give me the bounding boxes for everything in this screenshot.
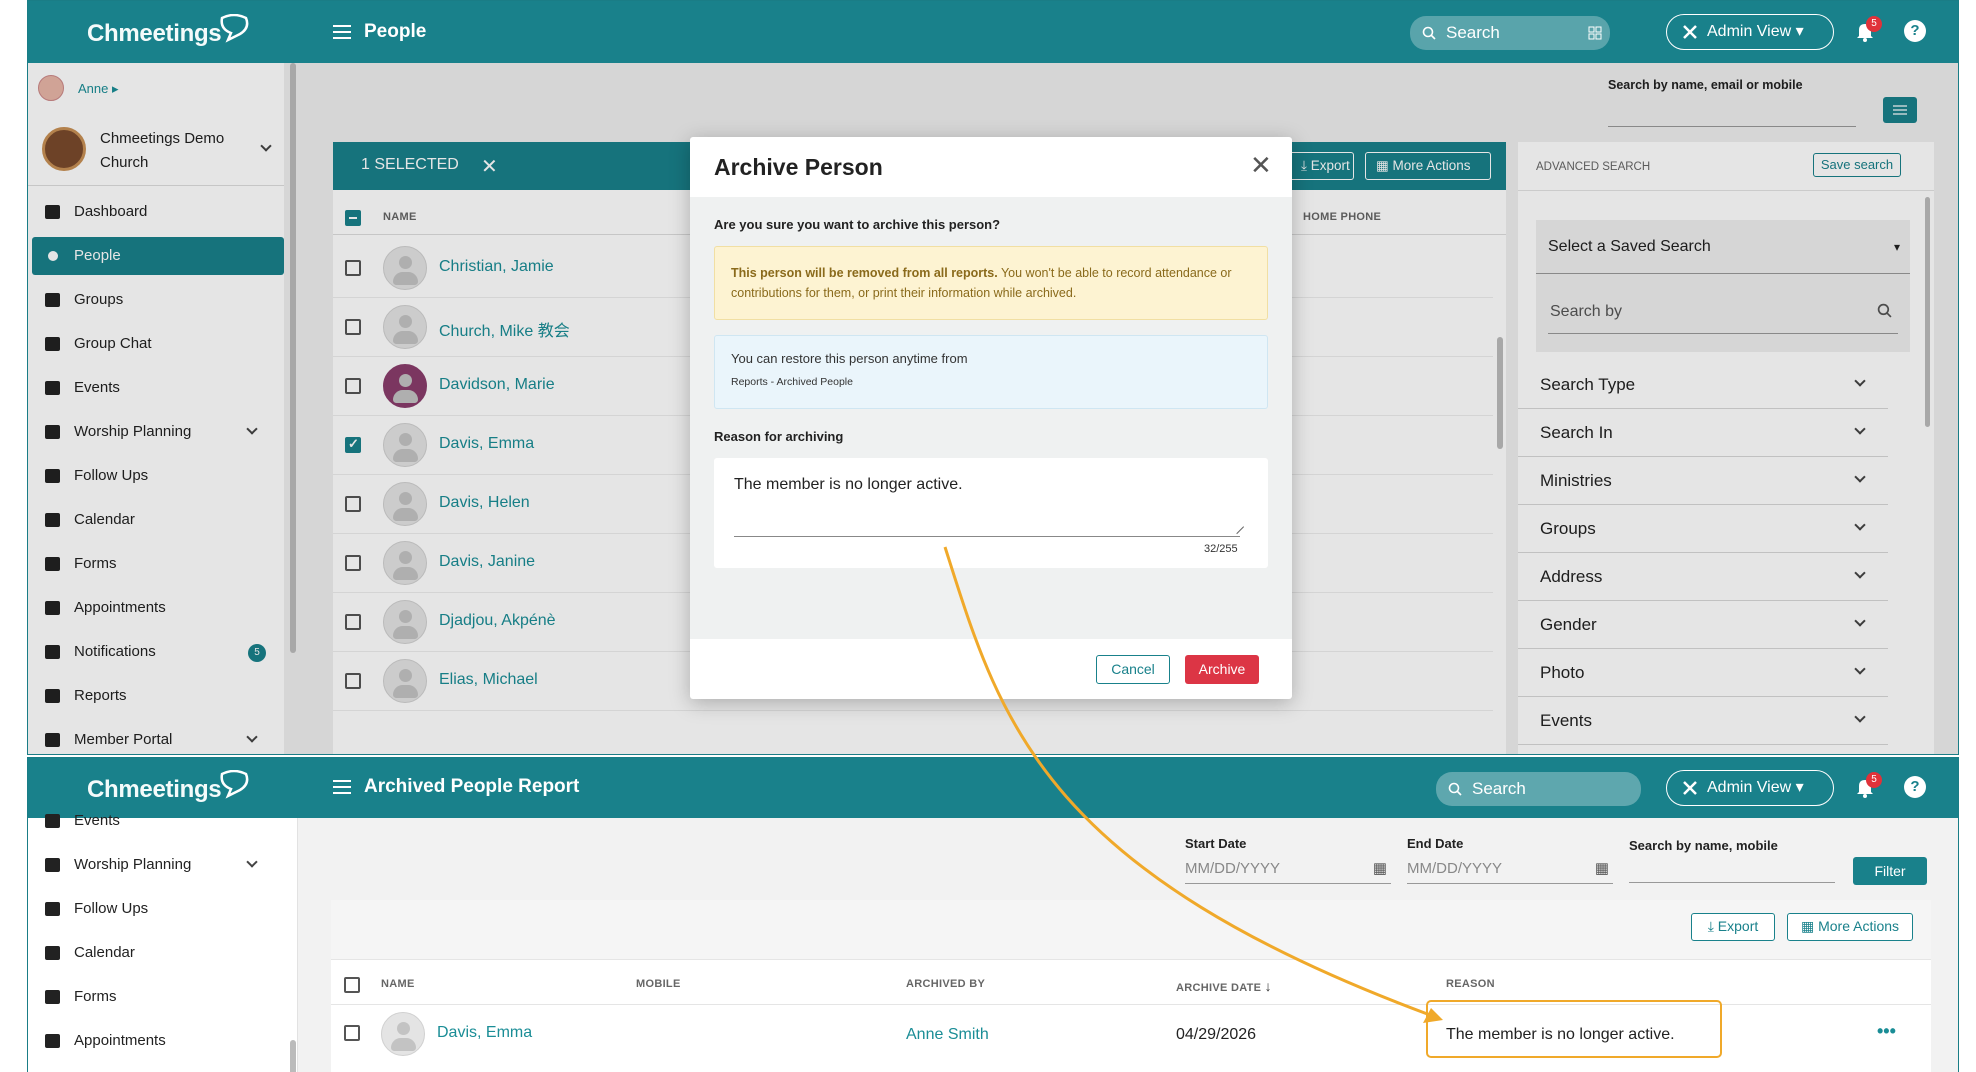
export-label: Export [1717,918,1759,934]
reason-card: The member is no longer active. 32/255 [714,458,1268,568]
sidebar-item-calendar[interactable]: Calendar [28,934,284,972]
qr-icon [1588,26,1602,40]
more-actions-button[interactable]: ▦ More Actions [1787,913,1913,941]
notification-count-badge: 5 [1866,772,1882,788]
admin-view-label: Admin View [1707,23,1792,40]
select-all-checkbox[interactable] [344,977,360,993]
start-date-input[interactable]: MM/DD/YYYY ▦ [1185,854,1391,884]
notification-count-badge: 5 [1866,16,1882,32]
export-button[interactable]: ⤓ Export [1691,913,1775,941]
sidebar-item-label: Events [74,812,120,829]
handshake-icon [45,902,60,916]
sidebar-scrollbar[interactable] [290,1040,296,1072]
archived-by-link[interactable]: Anne Smith [906,1026,989,1044]
admin-view-button[interactable]: Admin View ▾ [1666,770,1834,806]
archive-button[interactable]: Archive [1185,655,1259,684]
dialog-body: Are you sure you want to archive this pe… [690,197,1292,639]
start-date-placeholder: MM/DD/YYYY [1185,860,1281,877]
sidebar-item-events[interactable]: Events [28,802,284,840]
chevron-down-icon[interactable] [246,856,258,868]
archived-people-report-screenshot: Chmeetings Archived People Report Search… [27,757,1959,1072]
calendar-icon[interactable]: ▦ [1595,854,1609,884]
top-header: Chmeetings People Search Admin View ▾ 5 … [28,1,1958,63]
page-title: People [364,21,427,42]
warning-alert: This person will be removed from all rep… [714,246,1268,320]
archive-date-cell: 04/29/2026 [1176,1026,1257,1043]
sidebar-item-follow-ups[interactable]: Follow Ups [28,890,284,928]
reason-cell: The member is no longer active. [1446,1026,1675,1043]
filter-button[interactable]: Filter [1853,857,1927,885]
archive-date-header-text: ARCHIVE DATE [1176,982,1262,994]
row-more-options-icon[interactable]: ••• [1877,1021,1896,1042]
calendar-icon [45,814,60,828]
archived-table-card: ⤓ Export ▦ More Actions NAME MOBILE ARCH… [331,900,1931,1072]
warning-bold-text: This person will be removed from all rep… [731,266,998,280]
sidebar-item-forms[interactable]: Forms [28,978,284,1016]
end-date-input[interactable]: MM/DD/YYYY ▦ [1407,854,1613,884]
cancel-button[interactable]: Cancel [1096,655,1170,684]
close-dialog-close-icon[interactable]: ✕ [1250,150,1272,181]
global-search-input[interactable]: Search [1436,772,1641,806]
admin-view-label: Admin View [1707,779,1792,796]
search-placeholder: Search [1472,779,1526,798]
table-toolbar: ⤓ Export ▦ More Actions [331,900,1931,960]
restore-info-text: You can restore this person anytime from [731,351,968,366]
logo[interactable]: Chmeetings [87,14,249,48]
music-icon [45,858,60,872]
form-icon [45,990,60,1004]
app-root: Chmeetings People Search Admin View ▾ 5 … [0,0,1976,1072]
calendar-icon[interactable]: ▦ [1373,854,1387,884]
sidebar-item-appointments[interactable]: Appointments [28,1022,284,1060]
help-icon[interactable]: ? [1904,20,1926,42]
global-search-input[interactable]: Search [1410,16,1610,50]
search-by-input[interactable] [1629,882,1835,883]
hamburger-menu-icon[interactable] [333,25,351,39]
dialog-title: Archive Person [714,154,883,180]
char-counter: 32/255 [1204,543,1238,555]
search-by-label: Search by name, mobile [1629,838,1778,853]
more-actions-label: More Actions [1818,918,1900,934]
clock-icon [45,1034,60,1048]
col-name-header: NAME [381,978,415,990]
bottom-header: Chmeetings Archived People Report Search… [28,758,1958,818]
sidebar-item-label: Calendar [74,944,135,961]
logo-bubble-icon [220,770,249,799]
col-archive-date-header[interactable]: ARCHIVE DATE ↓ [1176,978,1272,994]
end-date-placeholder: MM/DD/YYYY [1407,860,1503,877]
sidebar-item-label: Worship Planning [74,856,192,873]
col-mobile-header: MOBILE [636,978,681,990]
tools-icon [1683,25,1697,39]
col-archived-by-header: ARCHIVED BY [906,978,986,990]
restore-info-path: Reports - Archived People [731,376,853,388]
sidebar-item-label: Follow Ups [74,900,149,917]
archive-question: Are you sure you want to archive this pe… [714,217,1001,232]
sort-down-arrow-icon: ↓ [1264,978,1272,994]
sidebar-item-label: Forms [74,988,117,1005]
bottom-sidebar: Events Worship Planning Follow Ups Calendar… [28,812,298,1072]
logo-bubble-icon [220,14,249,43]
table-row[interactable]: Davis, Emma Anne Smith 04/29/2026 The me… [331,1000,1931,1063]
help-icon[interactable]: ? [1904,776,1926,798]
search-icon [1422,26,1436,40]
end-date-label: End Date [1407,836,1464,851]
hamburger-menu-icon[interactable] [333,780,351,794]
reason-label: Reason for archiving [714,429,844,444]
avatar [381,1012,425,1056]
person-name-link[interactable]: Davis, Emma [437,1024,532,1042]
search-placeholder: Search [1446,23,1500,42]
admin-view-button[interactable]: Admin View ▾ [1666,14,1834,50]
sidebar-item-label: Appointments [74,1032,166,1049]
tools-icon [1683,781,1697,795]
sidebar-item-worship-planning[interactable]: Worship Planning [28,846,284,884]
search-icon [1448,782,1462,796]
restore-info-alert: You can restore this person anytime from… [714,335,1268,409]
row-checkbox[interactable] [344,1025,360,1041]
start-date-label: Start Date [1185,836,1247,851]
archive-person-dialog: Archive Person ✕ Are you sure you want t… [690,137,1292,699]
page-title: Archived People Report [364,776,580,797]
calendar-grid-icon [45,946,60,960]
col-reason-header: REASON [1446,978,1495,990]
logo[interactable]: Chmeetings [87,770,249,804]
reason-textarea[interactable]: The member is no longer active. [734,476,1240,537]
